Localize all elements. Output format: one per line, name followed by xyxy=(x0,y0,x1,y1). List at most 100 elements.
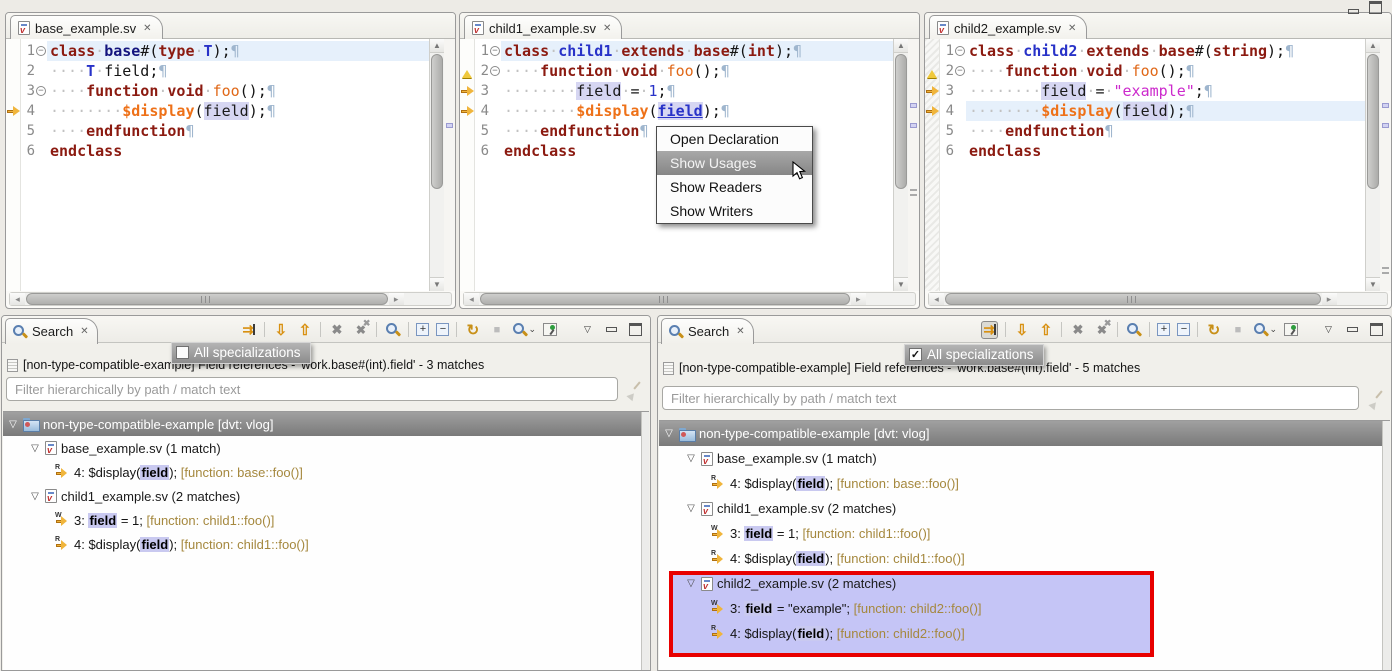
scroll-up-icon[interactable]: ▲ xyxy=(1366,39,1380,53)
minimize-view-button[interactable] xyxy=(1344,321,1361,339)
close-icon[interactable]: ✕ xyxy=(143,23,151,34)
scroll-up-icon[interactable]: ▲ xyxy=(430,39,444,53)
tree-row-file[interactable]: ▽base_example.sv (1 match) xyxy=(3,436,649,460)
scroll-down-icon[interactable]: ▼ xyxy=(430,277,444,291)
fold-minus-icon[interactable]: − xyxy=(490,46,500,56)
occurrence-overview-mark[interactable] xyxy=(1382,123,1389,128)
scrollbar-thumb[interactable] xyxy=(945,293,1321,305)
code-line[interactable]: ····function·void·foo();¶ xyxy=(966,61,1365,81)
remove-all-matches-button[interactable]: ✖✖ xyxy=(1093,321,1110,339)
code-line[interactable]: endclass xyxy=(47,141,429,161)
next-match-button[interactable]: ⇩ xyxy=(272,321,289,339)
expand-all-button[interactable]: + xyxy=(1157,323,1170,336)
code-line[interactable]: ····function·void·foo();¶ xyxy=(501,61,893,81)
code-line[interactable]: class·base#(type·T);¶ xyxy=(47,41,429,61)
previous-match-button[interactable]: ⇧ xyxy=(1037,321,1054,339)
tree-row-match[interactable]: W3: field = 1; [function: child1::foo()] xyxy=(659,521,1390,546)
tree-row-match[interactable]: R4: $display(field); [function: base::fo… xyxy=(3,460,649,484)
code-line[interactable]: endclass xyxy=(966,141,1365,161)
occurrence-overview-mark[interactable] xyxy=(910,103,917,108)
expander-icon[interactable]: ▽ xyxy=(685,453,697,464)
all-specializations-toggle[interactable]: All specializations xyxy=(171,342,311,364)
view-menu-button[interactable]: ▽ xyxy=(1320,321,1337,339)
code-line[interactable]: ····T·field;¶ xyxy=(47,61,429,81)
previous-search-results-button[interactable] xyxy=(1125,321,1142,339)
menu-item-show-usages[interactable]: Show Usages xyxy=(657,151,812,175)
scroll-left-icon[interactable]: ◂ xyxy=(464,293,479,305)
filter-input[interactable] xyxy=(662,386,1359,410)
vertical-scrollbar[interactable]: ▲ ▼ xyxy=(893,39,908,291)
close-icon[interactable]: ✕ xyxy=(603,23,611,34)
cancel-search-button[interactable]: ■ xyxy=(488,321,505,339)
tree-row-match[interactable]: R4: $display(field); [function: child2::… xyxy=(659,621,1390,646)
tree-row-project[interactable]: ▽non-type-compatible-example [dvt: vlog] xyxy=(659,421,1390,446)
menu-item-show-writers[interactable]: Show Writers xyxy=(657,199,812,223)
vertical-scrollbar[interactable]: ▲ ▼ xyxy=(1365,39,1380,291)
fold-minus-icon[interactable]: − xyxy=(36,86,46,96)
code-line[interactable]: ····function·void·foo();¶ xyxy=(47,81,429,101)
horizontal-scrollbar[interactable]: ◂ ▸ xyxy=(9,292,452,306)
scrollbar-thumb[interactable] xyxy=(1367,54,1379,189)
tree-row-match[interactable]: W3: field = "example"; [function: child2… xyxy=(659,596,1390,621)
tree-row-file[interactable]: ▽child2_example.sv (2 matches) xyxy=(659,571,1390,596)
scrollbar-thumb[interactable] xyxy=(895,54,907,189)
filter-input[interactable] xyxy=(6,377,618,401)
vertical-scrollbar[interactable]: ▲ ▼ xyxy=(429,39,444,291)
scrollbar-thumb[interactable] xyxy=(26,293,388,305)
expander-icon[interactable]: ▽ xyxy=(29,443,41,454)
code-line[interactable]: ········$display(field);¶ xyxy=(501,101,893,121)
scrollbar-thumb[interactable] xyxy=(480,293,850,305)
tree-row-file[interactable]: ▽child1_example.sv (2 matches) xyxy=(3,484,649,508)
code-line[interactable]: ········$display(field);¶ xyxy=(966,101,1365,121)
pin-search-view-button[interactable] xyxy=(543,323,557,336)
remove-selected-matches-button[interactable]: ✖ xyxy=(328,321,345,339)
code-line[interactable]: ········$display(field);¶ xyxy=(47,101,429,121)
minimize-view-button[interactable] xyxy=(603,321,620,339)
horizontal-scrollbar[interactable]: ◂ ▸ xyxy=(463,292,916,306)
scroll-right-icon[interactable]: ▸ xyxy=(851,293,866,305)
tree-row-match[interactable]: R4: $display(field); [function: child1::… xyxy=(3,532,649,556)
code-line[interactable]: class·child2·extends·base#(string);¶ xyxy=(966,41,1365,61)
maximize-editor-area-icon[interactable] xyxy=(1368,3,1382,14)
code-line[interactable]: class·child1·extends·base#(int);¶ xyxy=(501,41,893,61)
search-history-menu-button[interactable]: ⌄ xyxy=(512,321,536,339)
occurrence-overview-mark[interactable] xyxy=(910,123,917,128)
remove-selected-matches-button[interactable]: ✖ xyxy=(1069,321,1086,339)
previous-match-button[interactable]: ⇧ xyxy=(296,321,313,339)
tab-search[interactable]: Search ✕ xyxy=(5,318,98,344)
fold-minus-icon[interactable]: − xyxy=(36,46,46,56)
all-specializations-toggle[interactable]: ✓ All specializations xyxy=(904,344,1044,366)
rerun-search-button[interactable]: ↻ xyxy=(464,321,481,339)
menu-item-open-declaration[interactable]: Open Declaration xyxy=(657,127,812,151)
previous-search-results-button[interactable] xyxy=(384,321,401,339)
scroll-up-icon[interactable]: ▲ xyxy=(894,39,908,53)
tree-row-match[interactable]: W3: field = 1; [function: child1::foo()] xyxy=(3,508,649,532)
fold-minus-icon[interactable]: − xyxy=(955,46,965,56)
code-line[interactable]: ····endfunction¶ xyxy=(966,121,1365,141)
expander-icon[interactable]: ▽ xyxy=(685,578,697,589)
scroll-right-icon[interactable]: ▸ xyxy=(1322,293,1337,305)
close-icon[interactable]: ✕ xyxy=(736,326,744,337)
editor-tab[interactable]: base_example.sv ✕ xyxy=(10,15,163,40)
code-line[interactable]: ········field·=·1;¶ xyxy=(501,81,893,101)
clear-filter-icon[interactable] xyxy=(1370,390,1386,406)
tree-row-match[interactable]: R4: $display(field); [function: child1::… xyxy=(659,546,1390,571)
tree-row-project[interactable]: ▽non-type-compatible-example [dvt: vlog] xyxy=(3,412,649,436)
maximize-view-button[interactable] xyxy=(1368,321,1385,339)
scroll-left-icon[interactable]: ◂ xyxy=(929,293,944,305)
tree-row-file[interactable]: ▽child1_example.sv (2 matches) xyxy=(659,496,1390,521)
rerun-search-button[interactable]: ↻ xyxy=(1205,321,1222,339)
tree-scrollbar[interactable] xyxy=(1382,421,1390,670)
show-specializations-button[interactable]: ⇉ xyxy=(981,321,998,339)
horizontal-scrollbar[interactable]: ◂ ▸ xyxy=(928,292,1388,306)
view-menu-button[interactable]: ▽ xyxy=(579,321,596,339)
scrollbar-thumb[interactable] xyxy=(431,54,443,189)
checkbox-checked-icon[interactable]: ✓ xyxy=(909,348,922,361)
show-specializations-button[interactable]: ⇉ xyxy=(240,321,257,339)
pin-search-view-button[interactable] xyxy=(1284,323,1298,336)
checkbox-unchecked-icon[interactable] xyxy=(176,346,189,359)
code-line[interactable]: ····endfunction¶ xyxy=(47,121,429,141)
code-editor[interactable]: class·child2·extends·base#(string);¶····… xyxy=(966,39,1365,291)
remove-all-matches-button[interactable]: ✖✖ xyxy=(352,321,369,339)
minimize-editor-area-icon[interactable] xyxy=(1346,3,1360,14)
